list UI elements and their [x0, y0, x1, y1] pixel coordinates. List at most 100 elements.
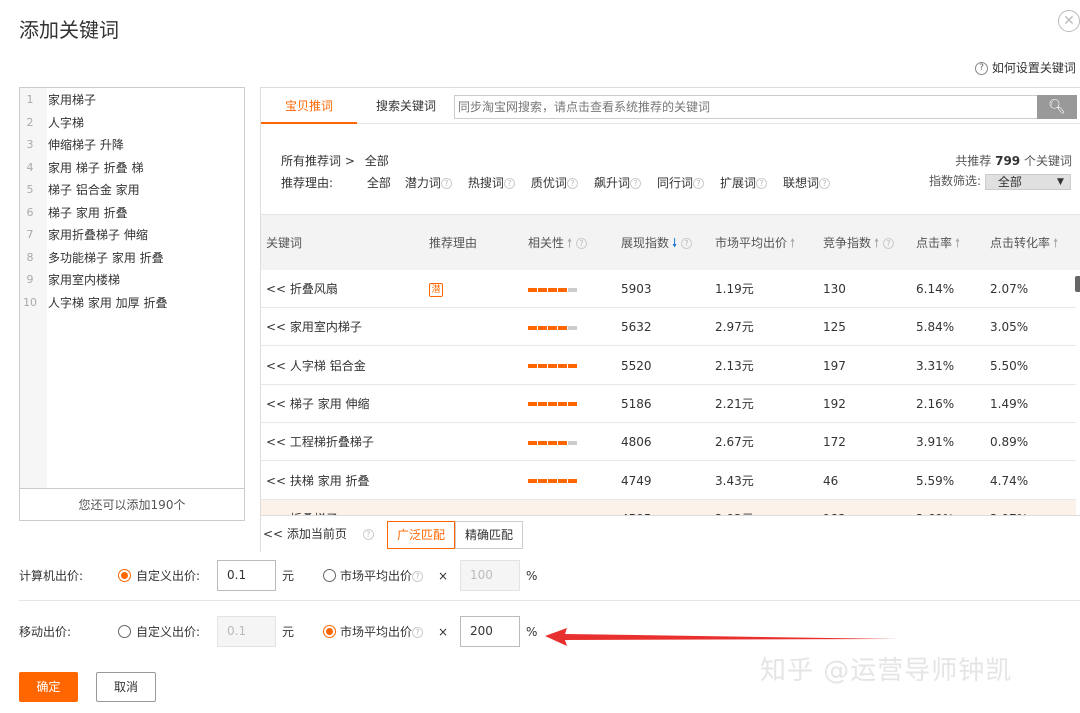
help-icon: ?: [576, 238, 587, 249]
relevance-segment: [548, 440, 557, 445]
list-item-text: 人字梯 家用 加厚 折叠: [48, 295, 168, 310]
list-item[interactable]: 4 家用 梯子 折叠 梯: [20, 157, 244, 179]
table-body: << 折叠风扇 潜 5903 1.19元 130 6.14% 2.07% << 家用室内梯子 5…: [261, 270, 1080, 515]
th-impressions[interactable]: 展现指数 🠗 ?: [621, 215, 692, 271]
exact-match-button[interactable]: 精确匹配: [455, 521, 523, 549]
list-item[interactable]: 7 家用折叠梯子 伸缩: [20, 224, 244, 246]
table-scrollbar[interactable]: [1075, 276, 1080, 292]
list-item[interactable]: 6 梯子 家用 折叠: [20, 202, 244, 224]
broad-match-button[interactable]: 广泛匹配: [387, 521, 455, 549]
list-item[interactable]: 3 伸缩梯子 升降: [20, 134, 244, 156]
cell-keyword[interactable]: << 梯子 家用 伸缩: [266, 385, 370, 423]
help-icon: ?: [883, 238, 894, 249]
pc-times: ×: [438, 569, 449, 583]
tab-search-keywords[interactable]: 搜索关键词: [371, 88, 441, 124]
th-reason: 推荐理由: [429, 236, 478, 250]
pc-custom-bid-input[interactable]: 0.1: [217, 560, 276, 591]
cell-relevance: [528, 423, 577, 461]
help-link[interactable]: ? 如何设置关键词: [975, 59, 1076, 76]
cell-competition: 182: [823, 500, 846, 515]
relevance-segment: [548, 364, 557, 369]
breadcrumb: 所有推荐词 > 全部: [281, 152, 389, 169]
list-item[interactable]: 2 人字梯: [20, 112, 244, 134]
cell-impressions: 4806: [621, 435, 652, 450]
mobile-market-radio[interactable]: [323, 625, 336, 638]
table-row[interactable]: << 折叠梯子 4595 2.92元 182 2.69% 2.97%: [261, 499, 1076, 515]
add-current-page[interactable]: << 添加当前页 ?: [263, 516, 374, 553]
reason-option[interactable]: 扩展词?: [720, 176, 767, 190]
th-cvr-label: 点击转化率: [990, 236, 1051, 250]
th-relevance[interactable]: 相关性 🠕 ?: [528, 215, 587, 271]
cell-relevance: [528, 385, 577, 423]
list-item[interactable]: 8 多功能梯子 家用 折叠: [20, 247, 244, 269]
table-row[interactable]: << 工程梯折叠梯子 4806 2.67元 172 3.91% 0.89%: [261, 423, 1076, 462]
table-row[interactable]: << 折叠风扇 潜 5903 1.19元 130 6.14% 2.07%: [261, 270, 1076, 308]
list-item[interactable]: 9 家用室内楼梯: [20, 269, 244, 291]
cell-cvr: 3.05%: [990, 320, 1029, 335]
cancel-button[interactable]: 取消: [96, 672, 156, 702]
mobile-unit: 元: [282, 625, 295, 639]
reason-option-label: 全部: [366, 176, 391, 190]
relevance-segment: [548, 479, 557, 483]
sort-up-icon: 🠕: [567, 236, 573, 250]
cell-avg-bid: 2.13元: [715, 358, 754, 373]
reason-option-label: 潜力词: [404, 176, 441, 190]
th-ctr[interactable]: 点击率 🠕: [916, 215, 960, 271]
search-button[interactable]: 🔍︎: [1037, 95, 1077, 119]
relevance-segment: [538, 364, 547, 369]
mobile-percent-input[interactable]: 200: [460, 616, 520, 647]
relevance-segment: [568, 440, 577, 445]
cell-avg-bid: 1.19元: [715, 282, 754, 296]
th-avg-bid[interactable]: 市场平均出价 🠕: [715, 215, 795, 271]
table-row[interactable]: << 家用室内梯子 5632 2.97元 125 5.84% 3.05%: [261, 308, 1076, 347]
pc-market-radio[interactable]: [323, 569, 336, 582]
reason-option[interactable]: 同行词?: [657, 176, 704, 190]
list-item-number: 7: [26, 228, 34, 241]
mobile-custom-radio[interactable]: [118, 625, 131, 638]
reason-option[interactable]: 潜力词?: [405, 176, 452, 190]
cell-keyword[interactable]: << 工程梯折叠梯子: [266, 423, 374, 461]
cell-keyword[interactable]: << 折叠梯子: [266, 500, 338, 515]
search-input[interactable]: 同步淘宝网搜索，请点击查看系统推荐的关键词: [454, 95, 1038, 119]
reason-option[interactable]: 联想词?: [783, 176, 830, 190]
breadcrumb-all[interactable]: 所有推荐词 >: [281, 154, 355, 168]
cell-avg-bid: 2.97元: [715, 320, 754, 335]
tab-item-recommend[interactable]: 宝贝推词: [261, 88, 357, 124]
cell-keyword[interactable]: << 折叠风扇: [266, 270, 338, 308]
relevance-segment: [558, 325, 567, 330]
cell-avg-bid: 2.67元: [715, 435, 754, 450]
pc-percent-input[interactable]: 100: [460, 560, 520, 591]
th-cvr[interactable]: 点击转化率 🠕: [990, 215, 1058, 271]
list-item-number: 10: [23, 295, 37, 309]
mobile-custom-bid-input[interactable]: 0.1: [217, 616, 276, 647]
list-item-number: 8: [26, 250, 34, 264]
reason-option[interactable]: 全部: [367, 176, 391, 190]
pc-custom-radio[interactable]: [118, 569, 131, 582]
reason-option[interactable]: 质优词?: [531, 176, 578, 190]
list-item[interactable]: 1 家用梯子: [20, 89, 244, 111]
th-competition[interactable]: 竞争指数 🠕 ?: [823, 215, 894, 271]
relevance-bar: [528, 440, 577, 445]
table-row[interactable]: << 扶梯 家用 折叠 4749 3.43元 46 5.59% 4.74%: [261, 462, 1076, 500]
reason-option[interactable]: 飙升词?: [594, 176, 641, 190]
list-item[interactable]: 5 梯子 铝合金 家用: [20, 179, 244, 201]
relevance-segment: [548, 287, 557, 292]
confirm-button[interactable]: 确定: [19, 672, 78, 702]
breadcrumb-current: 全部: [364, 154, 389, 168]
list-item[interactable]: 10 人字梯 家用 加厚 折叠: [20, 292, 244, 314]
cell-impressions: 4595: [621, 500, 652, 515]
cell-keyword[interactable]: << 人字梯 铝合金: [266, 347, 366, 385]
relevance-bar: [528, 479, 577, 483]
relevance-segment: [558, 479, 567, 483]
cell-keyword[interactable]: << 家用室内梯子: [266, 308, 362, 346]
index-filter-select[interactable]: 全部: [984, 173, 1071, 190]
table-row[interactable]: << 梯子 家用 伸缩 5186 2.21元 192 2.16% 1.49%: [261, 385, 1076, 423]
index-filter-label: 指数筛选:: [929, 174, 982, 188]
reason-option[interactable]: 热搜词?: [468, 176, 515, 190]
selected-keywords-list[interactable]: 1 家用梯子 2 人字梯 3 伸缩梯子 升降 4 家用 梯子 折叠 梯 5 梯子 铝合金 家用 6 梯…: [19, 87, 245, 521]
cell-keyword[interactable]: << 扶梯 家用 折叠: [266, 462, 370, 500]
table-row[interactable]: << 人字梯 铝合金 5520 2.13元 197 3.31% 5.50%: [261, 347, 1076, 385]
cell-avg-bid: 3.43元: [715, 473, 754, 488]
cell-ctr: 3.91%: [916, 435, 955, 450]
close-icon[interactable]: ✕: [1058, 10, 1080, 32]
